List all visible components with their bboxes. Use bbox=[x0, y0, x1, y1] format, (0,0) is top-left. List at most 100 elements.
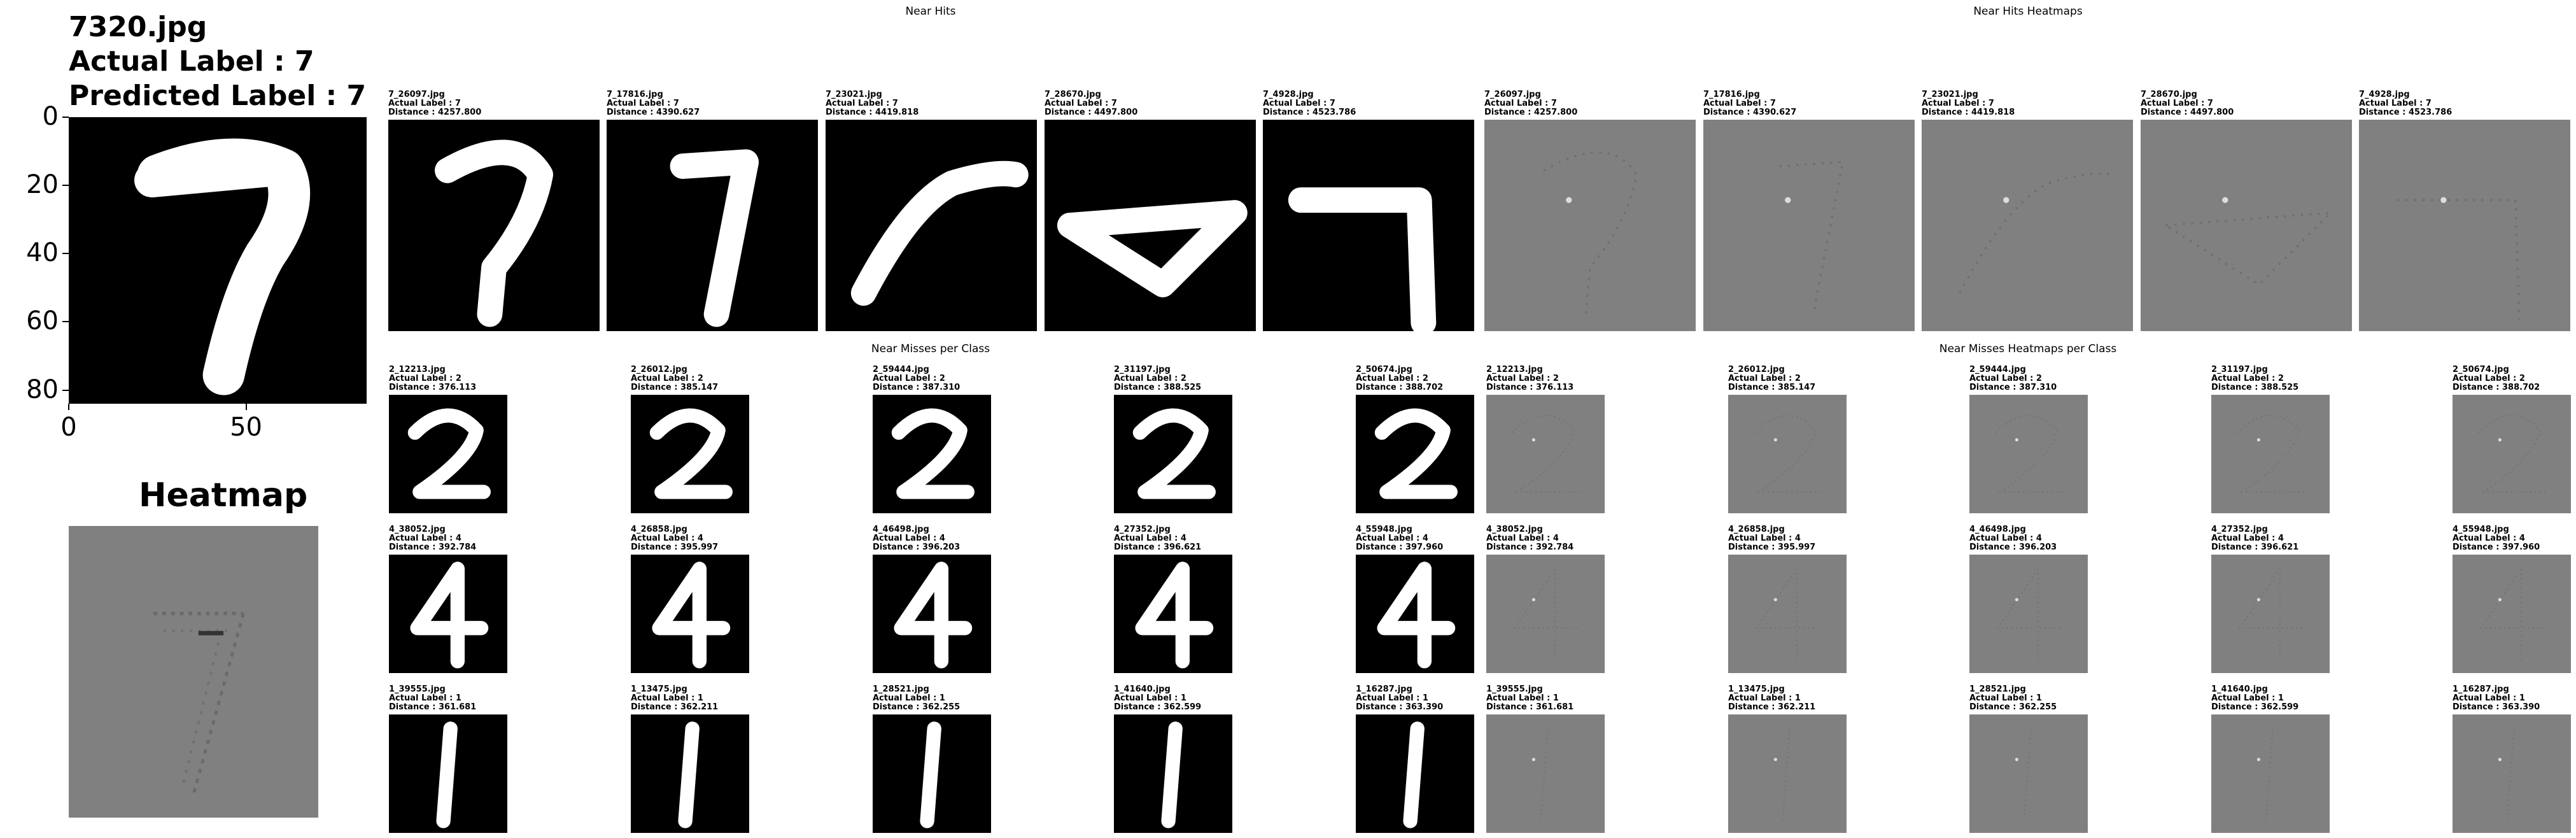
y-tick bbox=[62, 321, 69, 323]
near-miss-heatmap-distance: Distance : 376.113 bbox=[1486, 383, 1574, 392]
near-hit-actual: Actual Label : 7 bbox=[388, 99, 461, 108]
near-miss-label: 2_26012.jpg Actual Label : 2 Distance : 38… bbox=[631, 366, 718, 392]
near-miss-heatmap-distance: Distance : 395.997 bbox=[1728, 543, 1816, 552]
near-miss-image bbox=[1114, 555, 1232, 673]
near-miss-actual: Actual Label : 2 bbox=[389, 374, 461, 383]
near-miss-heatmap-image bbox=[1969, 395, 2088, 513]
near-misses-heatmaps-title: Near Misses Heatmaps per Class bbox=[1939, 343, 2117, 355]
near-miss-heatmap-label: 4_26858.jpg Actual Label : 4 Distance : 39… bbox=[1728, 525, 1815, 552]
near-miss-heatmap-label: 1_28521.jpg Actual Label : 1 Distance : 36… bbox=[1969, 685, 2057, 712]
near-miss-heatmap-distance: Distance : 392.784 bbox=[1486, 543, 1574, 552]
near-hit-image bbox=[388, 120, 600, 331]
near-miss-heatmap-name: 2_12213.jpg bbox=[1486, 365, 1543, 374]
near-miss-name: 2_26012.jpg bbox=[631, 365, 687, 374]
near-miss-heatmap-actual: Actual Label : 2 bbox=[2211, 374, 2284, 383]
near-miss-label: 4_26858.jpg Actual Label : 4 Distance : 39… bbox=[631, 525, 718, 552]
near-miss-actual: Actual Label : 4 bbox=[873, 534, 945, 543]
near-miss-heatmap-distance: Distance : 363.390 bbox=[2453, 702, 2540, 712]
x-tick bbox=[245, 404, 247, 410]
near-miss-image bbox=[1356, 395, 1474, 513]
near-miss-heatmap-name: 4_27352.jpg bbox=[2211, 525, 2268, 534]
near-hit-heatmap-distance: Distance : 4390.627 bbox=[1703, 108, 1797, 117]
near-hit-distance: Distance : 4497.800 bbox=[1045, 108, 1138, 117]
near-hit-heatmap-distance: Distance : 4257.800 bbox=[1484, 108, 1578, 117]
near-miss-heatmap-image bbox=[1969, 714, 2088, 833]
near-hit-heatmap-label: 7_17816.jpg Actual Label : 7 Distance : 43… bbox=[1703, 90, 1796, 117]
near-miss-heatmap-label: 2_59444.jpg Actual Label : 2 Distance : 38… bbox=[1969, 366, 2057, 392]
near-miss-heatmap-distance: Distance : 362.211 bbox=[1728, 702, 1816, 712]
near-hit-heatmap-image bbox=[1484, 120, 1696, 331]
near-miss-heatmap-distance: Distance : 388.702 bbox=[2453, 383, 2540, 392]
near-miss-image bbox=[389, 395, 507, 513]
near-hit-actual: Actual Label : 7 bbox=[1045, 99, 1117, 108]
near-miss-name: 1_13475.jpg bbox=[631, 685, 687, 694]
near-hits-heatmaps-title: Near Hits Heatmaps bbox=[1973, 5, 2083, 18]
near-miss-heatmap-label: 4_55948.jpg Actual Label : 4 Distance : 39… bbox=[2453, 525, 2540, 552]
near-miss-image bbox=[1356, 555, 1474, 673]
near-miss-image bbox=[1356, 714, 1474, 833]
near-miss-image bbox=[631, 714, 749, 833]
near-miss-actual: Actual Label : 4 bbox=[1356, 534, 1428, 543]
near-miss-heatmap-actual: Actual Label : 4 bbox=[1969, 534, 2042, 543]
near-hit-image bbox=[1045, 120, 1256, 331]
near-hit-label: 7_17816.jpg Actual Label : 7 Distance : 43… bbox=[607, 90, 700, 117]
near-miss-heatmap-distance: Distance : 361.681 bbox=[1486, 702, 1574, 712]
near-miss-label: 2_12213.jpg Actual Label : 2 Distance : 37… bbox=[389, 366, 476, 392]
near-miss-name: 2_12213.jpg bbox=[389, 365, 446, 374]
near-miss-name: 2_50674.jpg bbox=[1356, 365, 1412, 374]
near-miss-distance: Distance : 395.997 bbox=[631, 543, 719, 552]
near-miss-heatmap-label: 1_41640.jpg Actual Label : 1 Distance : 36… bbox=[2211, 685, 2298, 712]
near-miss-heatmap-image bbox=[1728, 395, 1847, 513]
near-hit-name: 7_17816.jpg bbox=[607, 90, 663, 99]
near-hit-heatmap-actual: Actual Label : 7 bbox=[1922, 99, 1994, 108]
near-miss-actual: Actual Label : 2 bbox=[1356, 374, 1428, 383]
near-miss-heatmap-actual: Actual Label : 4 bbox=[1486, 534, 1559, 543]
near-miss-heatmap-distance: Distance : 362.599 bbox=[2211, 702, 2299, 712]
near-hit-heatmap-name: 7_28670.jpg bbox=[2141, 90, 2197, 99]
near-miss-distance: Distance : 387.310 bbox=[873, 383, 961, 392]
y-tick-label: 20 bbox=[26, 170, 59, 200]
near-miss-actual: Actual Label : 2 bbox=[1114, 374, 1186, 383]
near-miss-heatmap-name: 4_38052.jpg bbox=[1486, 525, 1543, 534]
near-hit-heatmap-actual: Actual Label : 7 bbox=[2359, 99, 2432, 108]
near-miss-image bbox=[873, 395, 991, 513]
near-miss-heatmap-actual: Actual Label : 1 bbox=[1728, 693, 1801, 703]
near-hit-heatmap-label: 7_4928.jpg Actual Label : 7 Distance : 452… bbox=[2359, 90, 2452, 117]
near-hit-heatmap-image bbox=[2141, 120, 2352, 331]
near-miss-actual: Actual Label : 1 bbox=[873, 693, 945, 703]
near-miss-heatmap-label: 1_39555.jpg Actual Label : 1 Distance : 36… bbox=[1486, 685, 1573, 712]
near-miss-heatmap-name: 2_31197.jpg bbox=[2211, 365, 2268, 374]
near-miss-heatmap-name: 1_16287.jpg bbox=[2453, 685, 2509, 694]
near-miss-name: 1_41640.jpg bbox=[1114, 685, 1171, 694]
near-miss-heatmap-name: 4_55948.jpg bbox=[2453, 525, 2509, 534]
near-miss-image bbox=[873, 555, 991, 673]
near-miss-heatmap-name: 1_39555.jpg bbox=[1486, 685, 1543, 694]
near-miss-heatmap-label: 2_26012.jpg Actual Label : 2 Distance : 38… bbox=[1728, 366, 1815, 392]
near-miss-distance: Distance : 362.599 bbox=[1114, 702, 1202, 712]
near-miss-heatmap-actual: Actual Label : 2 bbox=[1728, 374, 1801, 383]
near-miss-heatmap-distance: Distance : 385.147 bbox=[1728, 383, 1816, 392]
near-miss-distance: Distance : 362.211 bbox=[631, 702, 719, 712]
near-miss-distance: Distance : 362.255 bbox=[873, 702, 961, 712]
near-hit-heatmap-distance: Distance : 4419.818 bbox=[1922, 108, 2015, 117]
near-miss-label: 2_31197.jpg Actual Label : 2 Distance : 38… bbox=[1114, 366, 1201, 392]
near-miss-heatmap-actual: Actual Label : 4 bbox=[1728, 534, 1801, 543]
near-hit-heatmap-image bbox=[1703, 120, 1915, 331]
near-miss-name: 1_39555.jpg bbox=[389, 685, 446, 694]
near-hit-heatmap-name: 7_26097.jpg bbox=[1484, 90, 1541, 99]
near-miss-distance: Distance : 392.784 bbox=[389, 543, 477, 552]
near-hit-image bbox=[1263, 120, 1474, 331]
near-hit-heatmap-name: 7_17816.jpg bbox=[1703, 90, 1760, 99]
near-miss-name: 4_27352.jpg bbox=[1114, 525, 1171, 534]
near-miss-heatmap-actual: Actual Label : 1 bbox=[1969, 693, 2042, 703]
near-miss-label: 1_13475.jpg Actual Label : 1 Distance : 36… bbox=[631, 685, 718, 712]
near-miss-name: 4_46498.jpg bbox=[873, 525, 929, 534]
near-miss-heatmap-label: 1_16287.jpg Actual Label : 1 Distance : 36… bbox=[2453, 685, 2540, 712]
near-miss-actual: Actual Label : 1 bbox=[631, 693, 703, 703]
near-miss-heatmap-actual: Actual Label : 1 bbox=[2211, 693, 2284, 703]
near-hit-name: 7_28670.jpg bbox=[1045, 90, 1101, 99]
near-miss-label: 4_46498.jpg Actual Label : 4 Distance : 39… bbox=[873, 525, 960, 552]
near-miss-heatmap-image bbox=[2453, 714, 2571, 833]
near-miss-label: 4_55948.jpg Actual Label : 4 Distance : 39… bbox=[1356, 525, 1443, 552]
near-miss-actual: Actual Label : 2 bbox=[631, 374, 703, 383]
